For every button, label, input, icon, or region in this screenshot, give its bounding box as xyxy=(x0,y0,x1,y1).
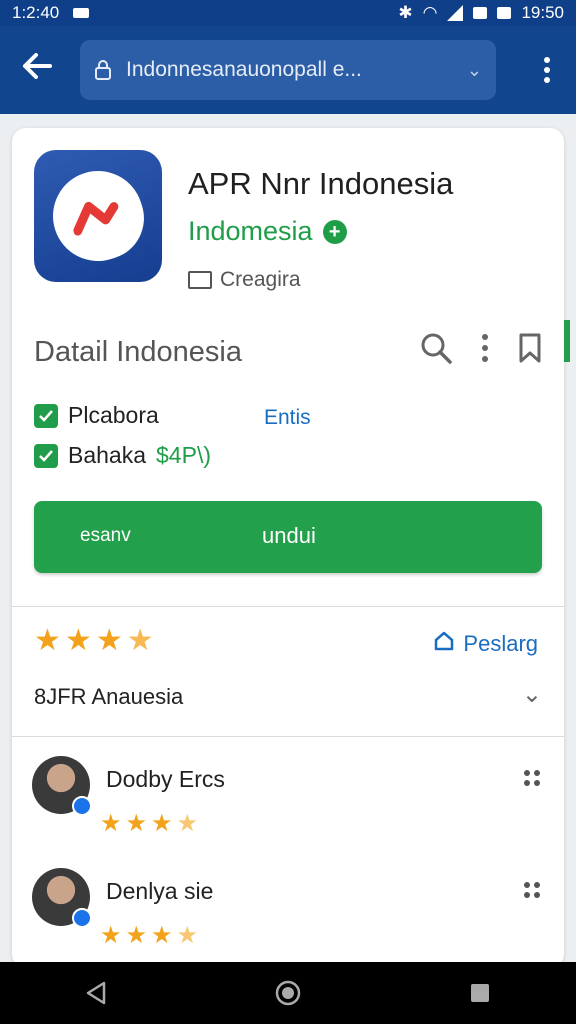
bluetooth-icon: ✱ xyxy=(398,3,413,22)
install-button-label: undui xyxy=(262,523,316,548)
notification-icon xyxy=(73,8,90,18)
status-time-left: 1:2:40 xyxy=(12,3,60,22)
status-bar: 1:2:40 ✱ ◠ 19:50 xyxy=(0,0,576,26)
star-icon: ★ xyxy=(100,810,122,837)
reviewer-name: Denlya sie xyxy=(106,878,214,904)
more-vert-icon[interactable] xyxy=(532,57,562,83)
verified-icon xyxy=(72,796,92,816)
sim-icon xyxy=(497,7,512,19)
more-options-icon[interactable] xyxy=(524,770,540,786)
star-half-icon: ★ xyxy=(126,624,154,657)
home-icon xyxy=(433,630,455,658)
review-item: Denlya sie ★ ★ ★ ★ xyxy=(32,868,544,958)
developer-name: Indomesia xyxy=(188,216,313,246)
url-field[interactable]: Indonnesanauonopall e... ⌄ xyxy=(80,40,496,100)
search-icon[interactable] xyxy=(420,332,452,364)
avatar[interactable] xyxy=(32,868,92,928)
more-vert-icon[interactable] xyxy=(480,332,490,364)
signal-icon xyxy=(447,5,464,21)
app-icon xyxy=(34,150,162,282)
system-nav-bar xyxy=(0,962,576,1024)
battery-icon xyxy=(473,7,488,19)
star-icon: ★ xyxy=(64,624,92,657)
star-icon: ★ xyxy=(125,922,148,949)
detail-actions xyxy=(420,332,542,364)
app-card: APR Nnr Indonesia Indomesia + Creagira D… xyxy=(12,128,564,968)
review-stars: ★ ★ ★ ★ xyxy=(100,812,198,836)
url-text: Indonnesanauonopall e... xyxy=(126,58,362,81)
star-icon: ★ xyxy=(151,922,173,949)
browser-toolbar: Indonnesanauonopall e... ⌄ xyxy=(0,26,576,114)
chevron-down-icon[interactable]: ⌄ xyxy=(522,680,542,709)
plus-icon[interactable]: + xyxy=(322,219,347,244)
app-category: Creagira xyxy=(188,268,301,292)
checkbox-2-price: $4P\) xyxy=(156,442,211,468)
reviewer-name: Dodby Ercs xyxy=(106,766,225,792)
checkbox-1-label: Plcabora xyxy=(68,402,159,428)
share-label: Peslarg xyxy=(463,631,538,656)
reviews-title: 8JFR Anauesia xyxy=(34,684,184,709)
status-time-right: 19:50 xyxy=(521,3,564,22)
install-button-left-label: esanv xyxy=(80,525,131,546)
back-button[interactable] xyxy=(14,47,60,93)
lock-icon xyxy=(94,60,112,80)
star-half-icon: ★ xyxy=(176,922,199,949)
rating-stars: ★ ★ ★ ★ xyxy=(34,626,154,656)
star-icon: ★ xyxy=(100,922,122,949)
verified-icon xyxy=(72,908,92,928)
chevron-down-icon[interactable]: ⌄ xyxy=(467,60,482,81)
wifi-icon: ◠ xyxy=(422,3,438,22)
app-developer[interactable]: Indomesia + xyxy=(188,216,347,247)
checkbox-2-label: Bahaka xyxy=(68,442,147,468)
nav-recents-button[interactable] xyxy=(460,973,500,1013)
review-stars: ★ ★ ★ ★ xyxy=(100,924,198,948)
install-button[interactable]: esanv undui xyxy=(34,501,542,573)
folder-icon xyxy=(188,271,212,289)
nav-back-button[interactable] xyxy=(76,973,116,1013)
checkbox-row-2[interactable]: Bahaka $4P\) xyxy=(34,442,211,469)
divider xyxy=(12,736,564,737)
checkbox-checked-icon[interactable] xyxy=(34,443,58,468)
divider xyxy=(12,606,564,607)
star-icon: ★ xyxy=(34,624,61,657)
app-title: APR Nnr Indonesia xyxy=(188,166,454,201)
checkbox-row-1[interactable]: Plcabora xyxy=(34,402,159,429)
details-title: Datail Indonesia xyxy=(34,336,242,368)
checkbox-checked-icon[interactable] xyxy=(34,403,58,428)
arrow-left-icon xyxy=(22,53,52,87)
star-icon: ★ xyxy=(151,810,173,837)
category-label: Creagira xyxy=(220,268,301,291)
star-half-icon: ★ xyxy=(176,810,199,837)
entis-link[interactable]: Entis xyxy=(264,406,311,430)
star-icon: ★ xyxy=(125,810,148,837)
star-icon: ★ xyxy=(95,624,123,657)
review-item: Dodby Ercs ★ ★ ★ ★ xyxy=(32,756,544,846)
share-link[interactable]: Peslarg xyxy=(433,630,538,658)
more-options-icon[interactable] xyxy=(524,882,540,898)
avatar[interactable] xyxy=(32,756,92,816)
scroll-indicator xyxy=(564,320,570,362)
bookmark-icon[interactable] xyxy=(518,333,542,363)
nav-home-button[interactable] xyxy=(268,973,308,1013)
